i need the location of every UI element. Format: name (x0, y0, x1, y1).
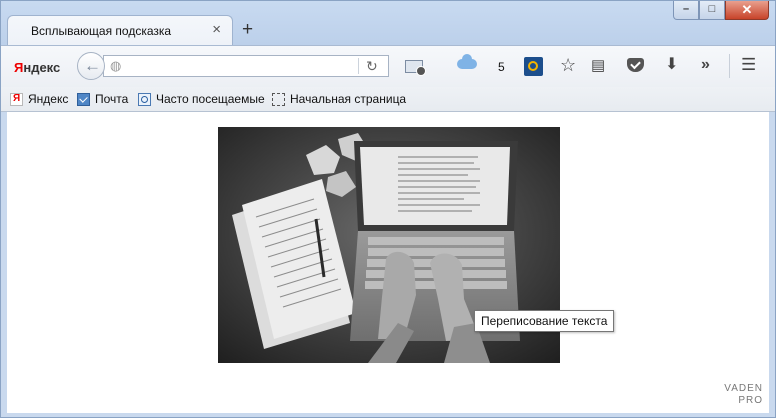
bookmark-label: Начальная страница (290, 92, 407, 106)
overflow-icon[interactable]: » (701, 56, 710, 74)
mail-icon[interactable] (405, 60, 426, 76)
bookmark-frequent[interactable]: Часто посещаемые (138, 91, 265, 107)
navigation-toolbar: Яндекс ◍ ↻ ← 5 ☆ ▤ ⬇ » ☰ (1, 45, 775, 88)
globe-icon: ◍ (110, 58, 122, 73)
mail-icon (77, 92, 90, 106)
star-icon[interactable]: ☆ (560, 56, 576, 74)
yandex-logo-letter: Я (14, 60, 24, 75)
bookmark-home-page[interactable]: Начальная страница (272, 91, 406, 107)
close-icon: ✕ (741, 2, 753, 17)
url-divider (358, 58, 359, 74)
home-page-icon (272, 92, 285, 106)
url-input[interactable] (132, 56, 352, 76)
weather-temperature[interactable]: 5 (498, 60, 505, 74)
yandex-logo-text: ндекс (23, 60, 61, 75)
tab-close-icon[interactable]: × (212, 22, 221, 38)
bookmark-label: Почта (95, 92, 129, 106)
bookmarks-bar: Яндекс Почта Часто посещаемые Начальная … (1, 87, 775, 112)
new-tab-button[interactable]: + (242, 20, 253, 40)
page-content: Переписование текста VADEN PRO (7, 112, 769, 413)
bookmark-label: Часто посещаемые (156, 92, 265, 106)
reload-icon[interactable]: ↻ (366, 57, 378, 75)
cloud-icon[interactable] (457, 54, 477, 69)
bookmark-yandex[interactable]: Яндекс (10, 91, 68, 107)
tab-strip: Всплывающая подсказка × + – □ ✕ (1, 1, 775, 45)
browser-window: Всплывающая подсказка × + – □ ✕ Яндекс ◍… (0, 0, 776, 418)
maximize-icon: □ (708, 3, 716, 15)
minimize-icon: – (682, 3, 690, 15)
reader-list-icon[interactable]: ▤ (591, 57, 605, 75)
download-icon[interactable]: ⬇ (665, 56, 678, 74)
maximize-button[interactable]: □ (699, 1, 725, 20)
bookmark-mail[interactable]: Почта (77, 91, 128, 107)
watermark: VADEN PRO (724, 383, 763, 407)
toolbar-divider (729, 54, 730, 78)
back-icon: ← (84, 56, 101, 75)
watermark-line: VADEN (724, 383, 763, 394)
yandex-logo-button[interactable]: Яндекс (14, 60, 60, 75)
pocket-icon[interactable] (627, 58, 644, 72)
yandex-icon (10, 92, 23, 106)
url-bar[interactable]: ◍ ↻ (103, 55, 389, 77)
window-controls: – □ ✕ (673, 1, 769, 21)
tab-title: Всплывающая подсказка (31, 24, 172, 38)
watermark-line: PRO (738, 395, 763, 406)
tab-active[interactable]: Всплывающая подсказка × (7, 15, 233, 45)
frequent-icon (138, 92, 151, 106)
bookmark-label: Яндекс (28, 92, 69, 106)
close-window-button[interactable]: ✕ (725, 1, 769, 20)
menu-icon[interactable]: ☰ (741, 56, 756, 74)
minimize-button[interactable]: – (673, 1, 699, 20)
app-icon[interactable] (524, 57, 543, 76)
tooltip: Переписование текста (474, 310, 615, 332)
back-button[interactable]: ← (77, 52, 105, 80)
